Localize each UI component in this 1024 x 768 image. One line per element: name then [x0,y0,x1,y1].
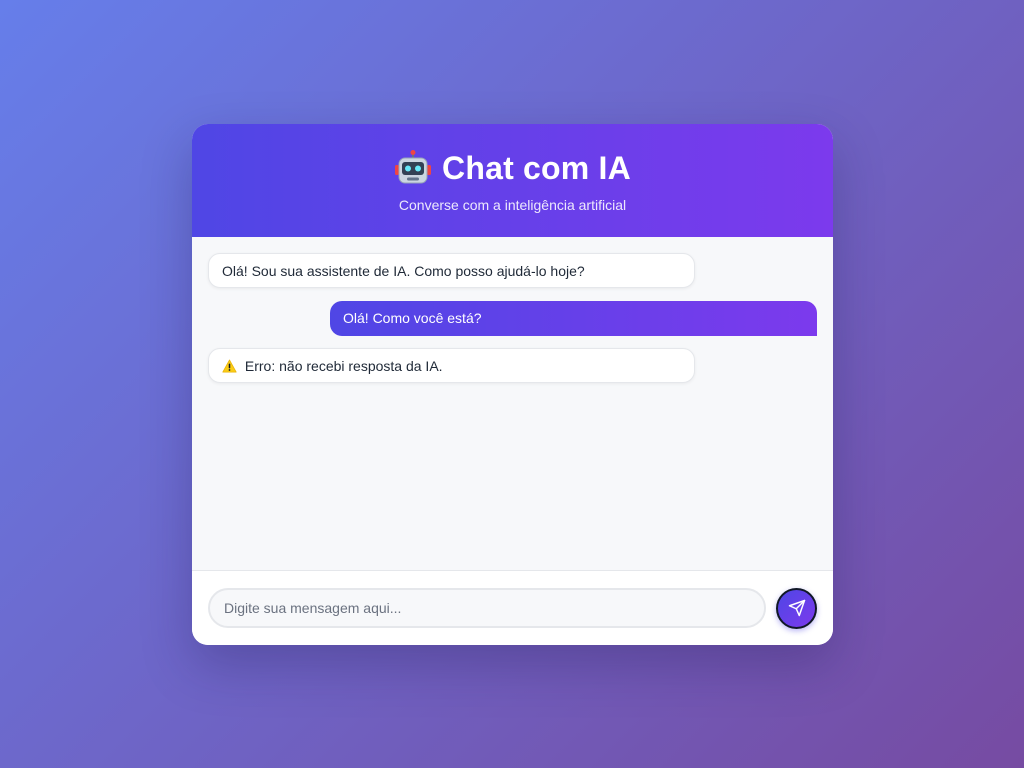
page-title: Chat com IA [442,149,631,186]
send-icon [788,599,806,617]
message-input[interactable] [208,588,766,628]
message-text: Olá! Como você está? [343,310,482,326]
chat-header: Chat com IA Converse com a inteligência … [192,124,833,237]
title-row: Chat com IA [394,148,631,188]
warning-icon [222,358,245,374]
bot-message: Olá! Sou sua assistente de IA. Como poss… [208,253,695,288]
message-text: Olá! Sou sua assistente de IA. Como poss… [222,263,585,279]
message-text: Erro: não recebi resposta da IA. [244,358,443,374]
page-subtitle: Converse com a inteligência artificial [398,197,627,213]
composer [192,570,833,645]
message-list: Olá! Sou sua assistente de IA. Como poss… [192,237,833,570]
robot-icon [394,149,432,187]
user-message: Olá! Como você está? [330,301,817,336]
bot-error-message: Erro: não recebi resposta da IA. [208,348,695,383]
send-button[interactable] [776,587,817,629]
chat-window: Chat com IA Converse com a inteligência … [192,124,833,645]
